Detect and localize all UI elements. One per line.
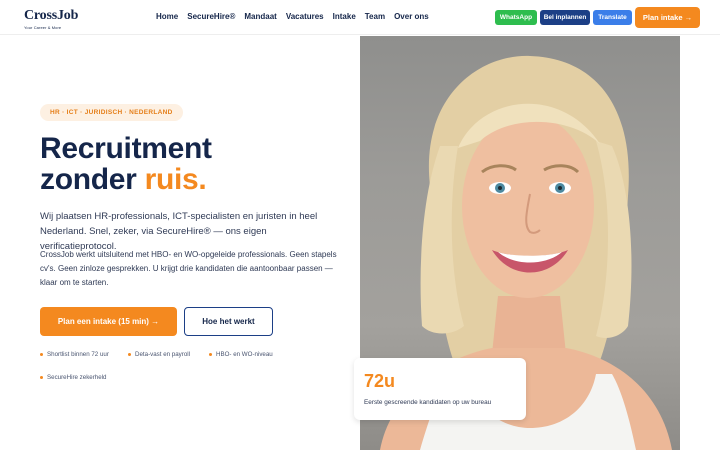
nav-item-vacatures[interactable]: Vacatures bbox=[286, 12, 324, 21]
feature-label: Shortlist binnen 72 uur bbox=[47, 351, 109, 358]
plan-intake-header-button[interactable]: Plan intake → bbox=[635, 7, 700, 28]
feature-item: Shortlist binnen 72 uur bbox=[40, 351, 109, 358]
hero-title: Recruitment zonder ruis. bbox=[40, 133, 212, 195]
nav-item-securehire[interactable]: SecureHire® bbox=[187, 12, 235, 21]
hero-title-accent: ruis. bbox=[144, 163, 207, 196]
feature-label: SecureHire zekerheld bbox=[47, 374, 107, 381]
bullet-icon bbox=[40, 376, 43, 379]
feature-label: HBO- en WO-niveau bbox=[216, 351, 273, 358]
call-schedule-button[interactable]: Bel inplannen bbox=[540, 10, 590, 25]
bullet-icon bbox=[209, 353, 212, 356]
stat-label: Eerste gescreende kandidaten op uw burea… bbox=[364, 399, 492, 406]
logo-name: CrossJob bbox=[24, 8, 79, 23]
feature-item: HBO- en WO-niveau bbox=[209, 351, 273, 358]
category-pill: HR · ICT · JURIDISCH · NEDERLAND bbox=[40, 104, 183, 121]
logo[interactable]: CrossJob Your Career & More bbox=[24, 8, 78, 30]
whatsapp-button[interactable]: WhatsApp bbox=[495, 10, 537, 25]
site-header: CrossJob Your Career & More Home SecureH… bbox=[0, 0, 720, 35]
bullet-icon bbox=[128, 353, 131, 356]
feature-label: Deta-vast en payroll bbox=[135, 351, 191, 358]
nav-item-home[interactable]: Home bbox=[156, 12, 178, 21]
hero-title-word: zonder bbox=[40, 163, 145, 196]
bullet-icon bbox=[40, 353, 43, 356]
hero-title-line2: zonder ruis. bbox=[40, 164, 212, 195]
hero-detail-text: CrossJob werkt uitsluitend met HBO- en W… bbox=[40, 250, 337, 287]
feature-item: Deta-vast en payroll bbox=[128, 351, 190, 358]
main-nav: Home SecureHire® Mandaat Vacatures Intak… bbox=[156, 12, 438, 21]
stat-value: 72u bbox=[364, 371, 396, 391]
hero-title-line1: Recruitment bbox=[40, 132, 212, 165]
nav-item-team[interactable]: Team bbox=[365, 12, 385, 21]
plan-intake-button[interactable]: Plan een intake (15 min) → bbox=[40, 307, 177, 336]
stat-card: 72u Eerste gescreende kandidaten op uw b… bbox=[354, 358, 526, 420]
nav-item-over-ons[interactable]: Over ons bbox=[394, 12, 429, 21]
nav-item-mandaat[interactable]: Mandaat bbox=[244, 12, 276, 21]
how-it-works-button[interactable]: Hoe het werkt bbox=[184, 307, 273, 336]
feature-item: SecureHire zekerheld bbox=[40, 374, 107, 381]
logo-tagline: Your Career & More bbox=[24, 25, 62, 30]
nav-item-intake[interactable]: Intake bbox=[333, 12, 356, 21]
translate-button[interactable]: Translate bbox=[593, 10, 632, 25]
